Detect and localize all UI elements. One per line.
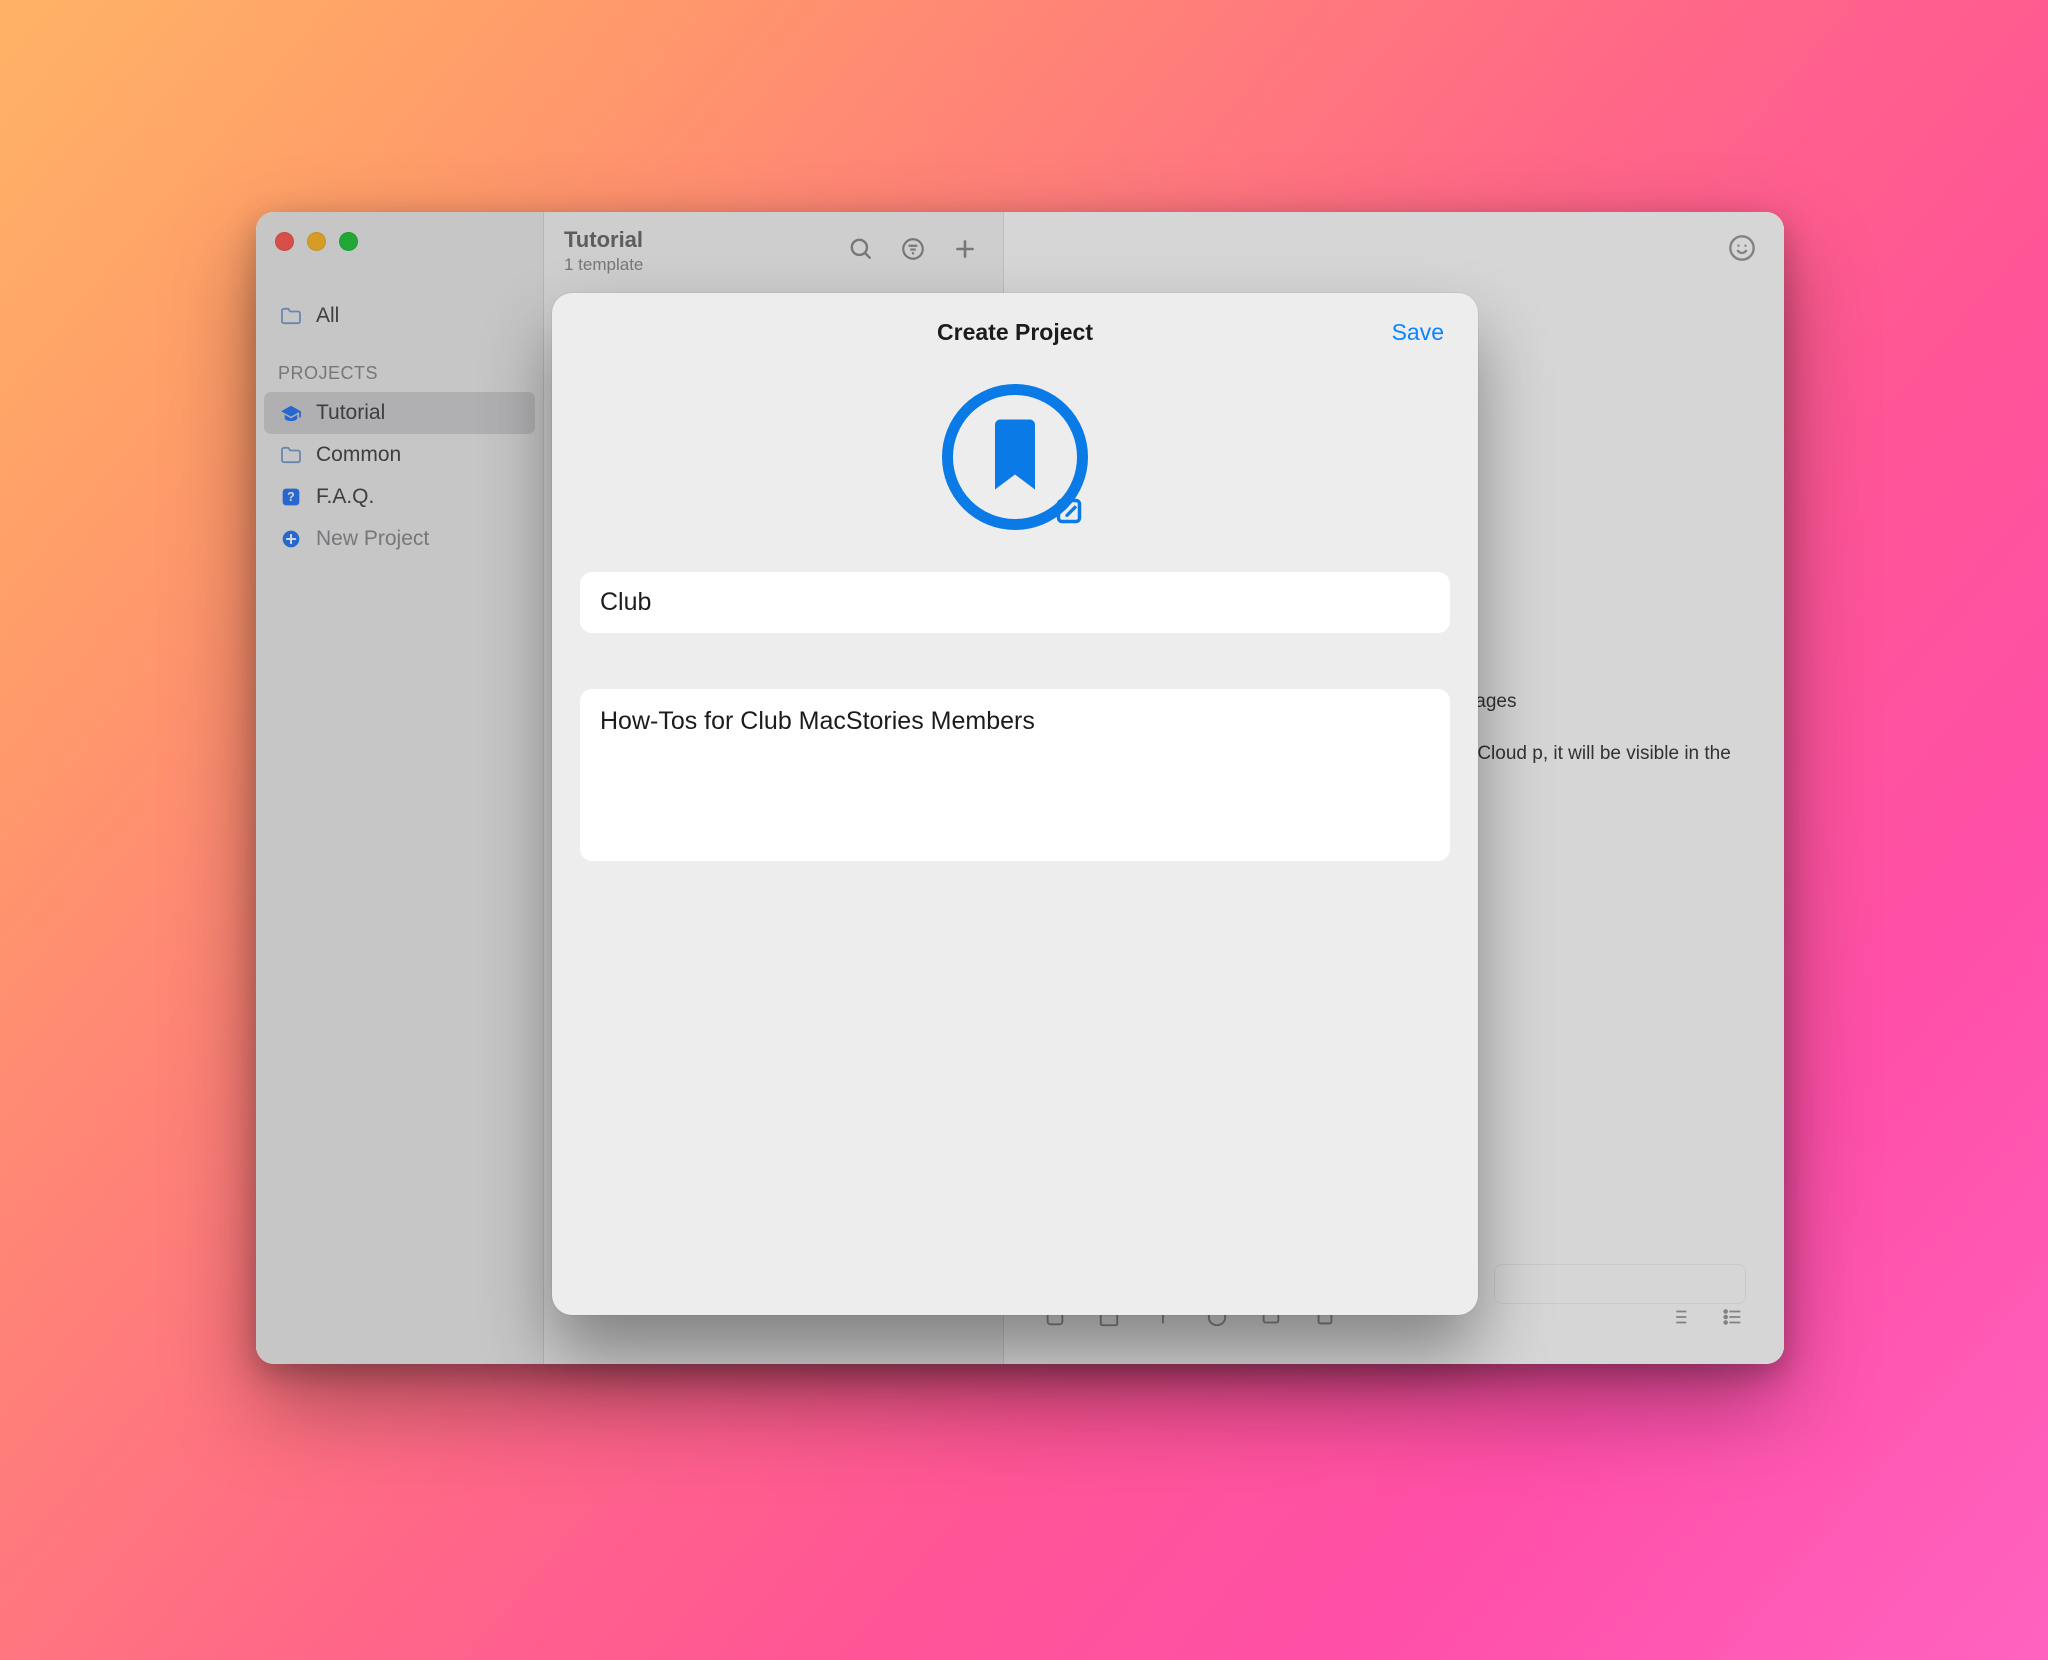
template-list-header: Tutorial 1 template: [544, 212, 1003, 290]
sidebar-item-tutorial[interactable]: Tutorial: [264, 392, 535, 434]
folder-icon: [278, 446, 304, 464]
column-title: Tutorial: [564, 227, 827, 253]
sidebar-item-label: Tutorial: [316, 401, 385, 425]
edit-icon[interactable]: [1055, 497, 1083, 525]
sidebar-section-projects: PROJECTS: [256, 337, 543, 392]
column-subtitle: 1 template: [564, 255, 827, 275]
save-button[interactable]: Save: [1392, 319, 1444, 346]
window-controls: [256, 232, 543, 251]
list-bullet-icon[interactable]: [1722, 1306, 1744, 1333]
sidebar-item-new-project[interactable]: New Project: [256, 518, 543, 560]
create-project-sheet: Create Project Save: [552, 293, 1478, 1315]
sidebar-item-label: Common: [316, 443, 401, 467]
sidebar-item-all[interactable]: All: [256, 295, 543, 337]
project-icon-picker[interactable]: [580, 384, 1450, 530]
question-square-icon: ?: [278, 487, 304, 507]
minimize-window-button[interactable]: [307, 232, 326, 251]
search-icon[interactable]: [843, 236, 879, 267]
sidebar-item-common[interactable]: Common: [256, 434, 543, 476]
add-icon[interactable]: [947, 236, 983, 267]
sidebar-item-label: New Project: [316, 527, 429, 551]
project-description-input[interactable]: [580, 689, 1450, 861]
project-name-input[interactable]: [580, 572, 1450, 633]
svg-text:?: ?: [287, 490, 295, 504]
sidebar-item-label: All: [316, 304, 339, 328]
bookmark-circle-icon: [942, 384, 1088, 530]
fullscreen-window-button[interactable]: [339, 232, 358, 251]
sidebar-item-faq[interactable]: ? F.A.Q.: [256, 476, 543, 518]
graduation-cap-icon: [278, 404, 304, 422]
filter-icon[interactable]: [895, 236, 931, 267]
plus-circle-icon: [278, 529, 304, 549]
list-number-icon[interactable]: [1668, 1306, 1690, 1333]
close-window-button[interactable]: [275, 232, 294, 251]
sidebar: All PROJECTS Tutorial Common ? F.A.Q.: [256, 212, 544, 1364]
folder-icon: [278, 307, 304, 325]
sidebar-item-label: F.A.Q.: [316, 485, 374, 509]
smiley-icon[interactable]: [1728, 234, 1756, 267]
sheet-title: Create Project: [937, 319, 1093, 345]
